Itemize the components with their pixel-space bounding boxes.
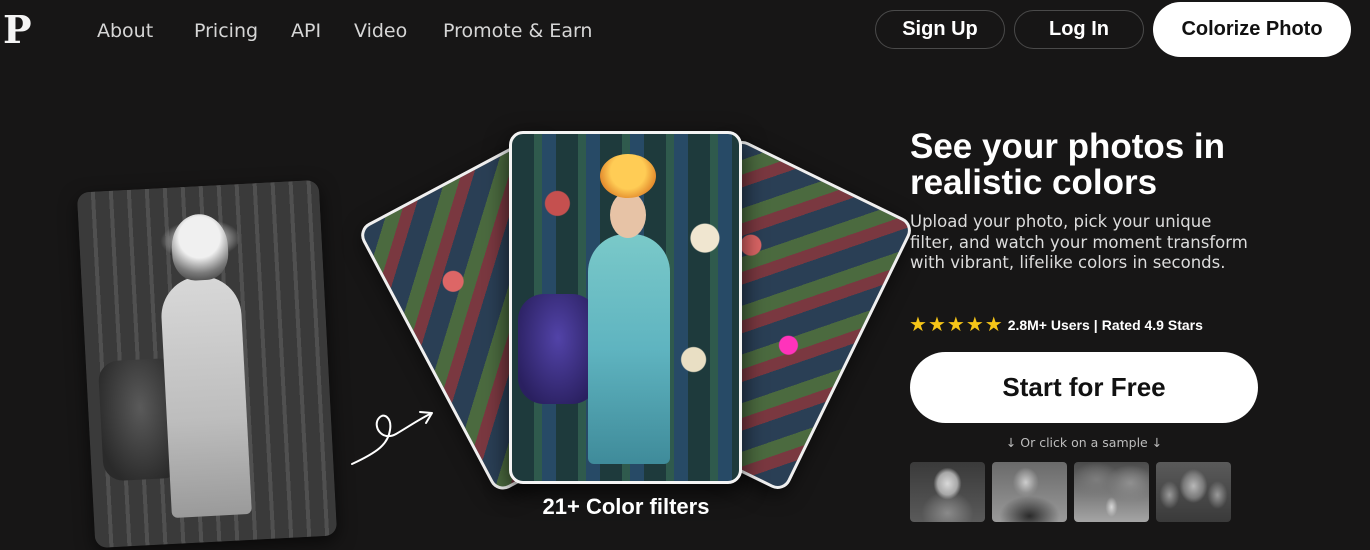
- users-count: 2.8M+ Users: [1007, 317, 1090, 333]
- sample-thumbnail-1[interactable]: [910, 462, 985, 522]
- sign-up-button[interactable]: Sign Up: [875, 10, 1005, 49]
- headdress-shape: [600, 154, 656, 198]
- star-icon: ★: [965, 314, 984, 336]
- hero-subtitle: Upload your photo, pick your unique filt…: [910, 212, 1248, 272]
- bw-head-shape: [170, 212, 230, 282]
- star-icon: ★: [909, 314, 927, 336]
- sample-thumbnail-4[interactable]: [1156, 462, 1231, 522]
- sample-thumbnail-2[interactable]: [992, 462, 1067, 522]
- star-icon: ★: [927, 314, 946, 336]
- nav-video[interactable]: Video: [354, 19, 407, 43]
- rating-score: Rated 4.9 Stars: [1101, 317, 1203, 333]
- star-icon: ★: [984, 314, 1003, 336]
- rating-row: ★ ★ ★ ★ ★ 2.8M+ Users | Rated 4.9 Stars: [909, 314, 1203, 336]
- log-in-button[interactable]: Log In: [1014, 10, 1144, 49]
- sample-hint: ↓ Or click on a sample ↓: [1005, 435, 1163, 450]
- star-icon: ★: [946, 314, 965, 336]
- cushion-shape: [518, 294, 598, 404]
- color-filters-label: 21+ Color filters: [542, 494, 710, 519]
- start-for-free-button[interactable]: Start for Free: [910, 352, 1258, 423]
- curved-arrow-icon: [351, 411, 433, 465]
- logo[interactable]: P: [3, 8, 32, 52]
- hero-title: See your photos in realistic colors: [910, 127, 1226, 202]
- face-shape: [610, 192, 646, 238]
- colorize-photo-button[interactable]: Colorize Photo: [1153, 2, 1351, 57]
- page: P About Pricing API Video Promote & Earn…: [0, 0, 1370, 550]
- color-filter-card-front: [509, 131, 742, 484]
- bw-figure-shape: [159, 274, 252, 519]
- rating-separator: |: [1093, 317, 1098, 333]
- nav-about[interactable]: About: [97, 19, 153, 43]
- dress-shape: [588, 234, 670, 464]
- nav-promote-earn[interactable]: Promote & Earn: [443, 19, 592, 43]
- nav-pricing[interactable]: Pricing: [194, 19, 258, 43]
- bw-photo-card: [76, 179, 338, 549]
- sample-thumbnail-3[interactable]: [1074, 462, 1149, 522]
- nav-api[interactable]: API: [291, 19, 321, 43]
